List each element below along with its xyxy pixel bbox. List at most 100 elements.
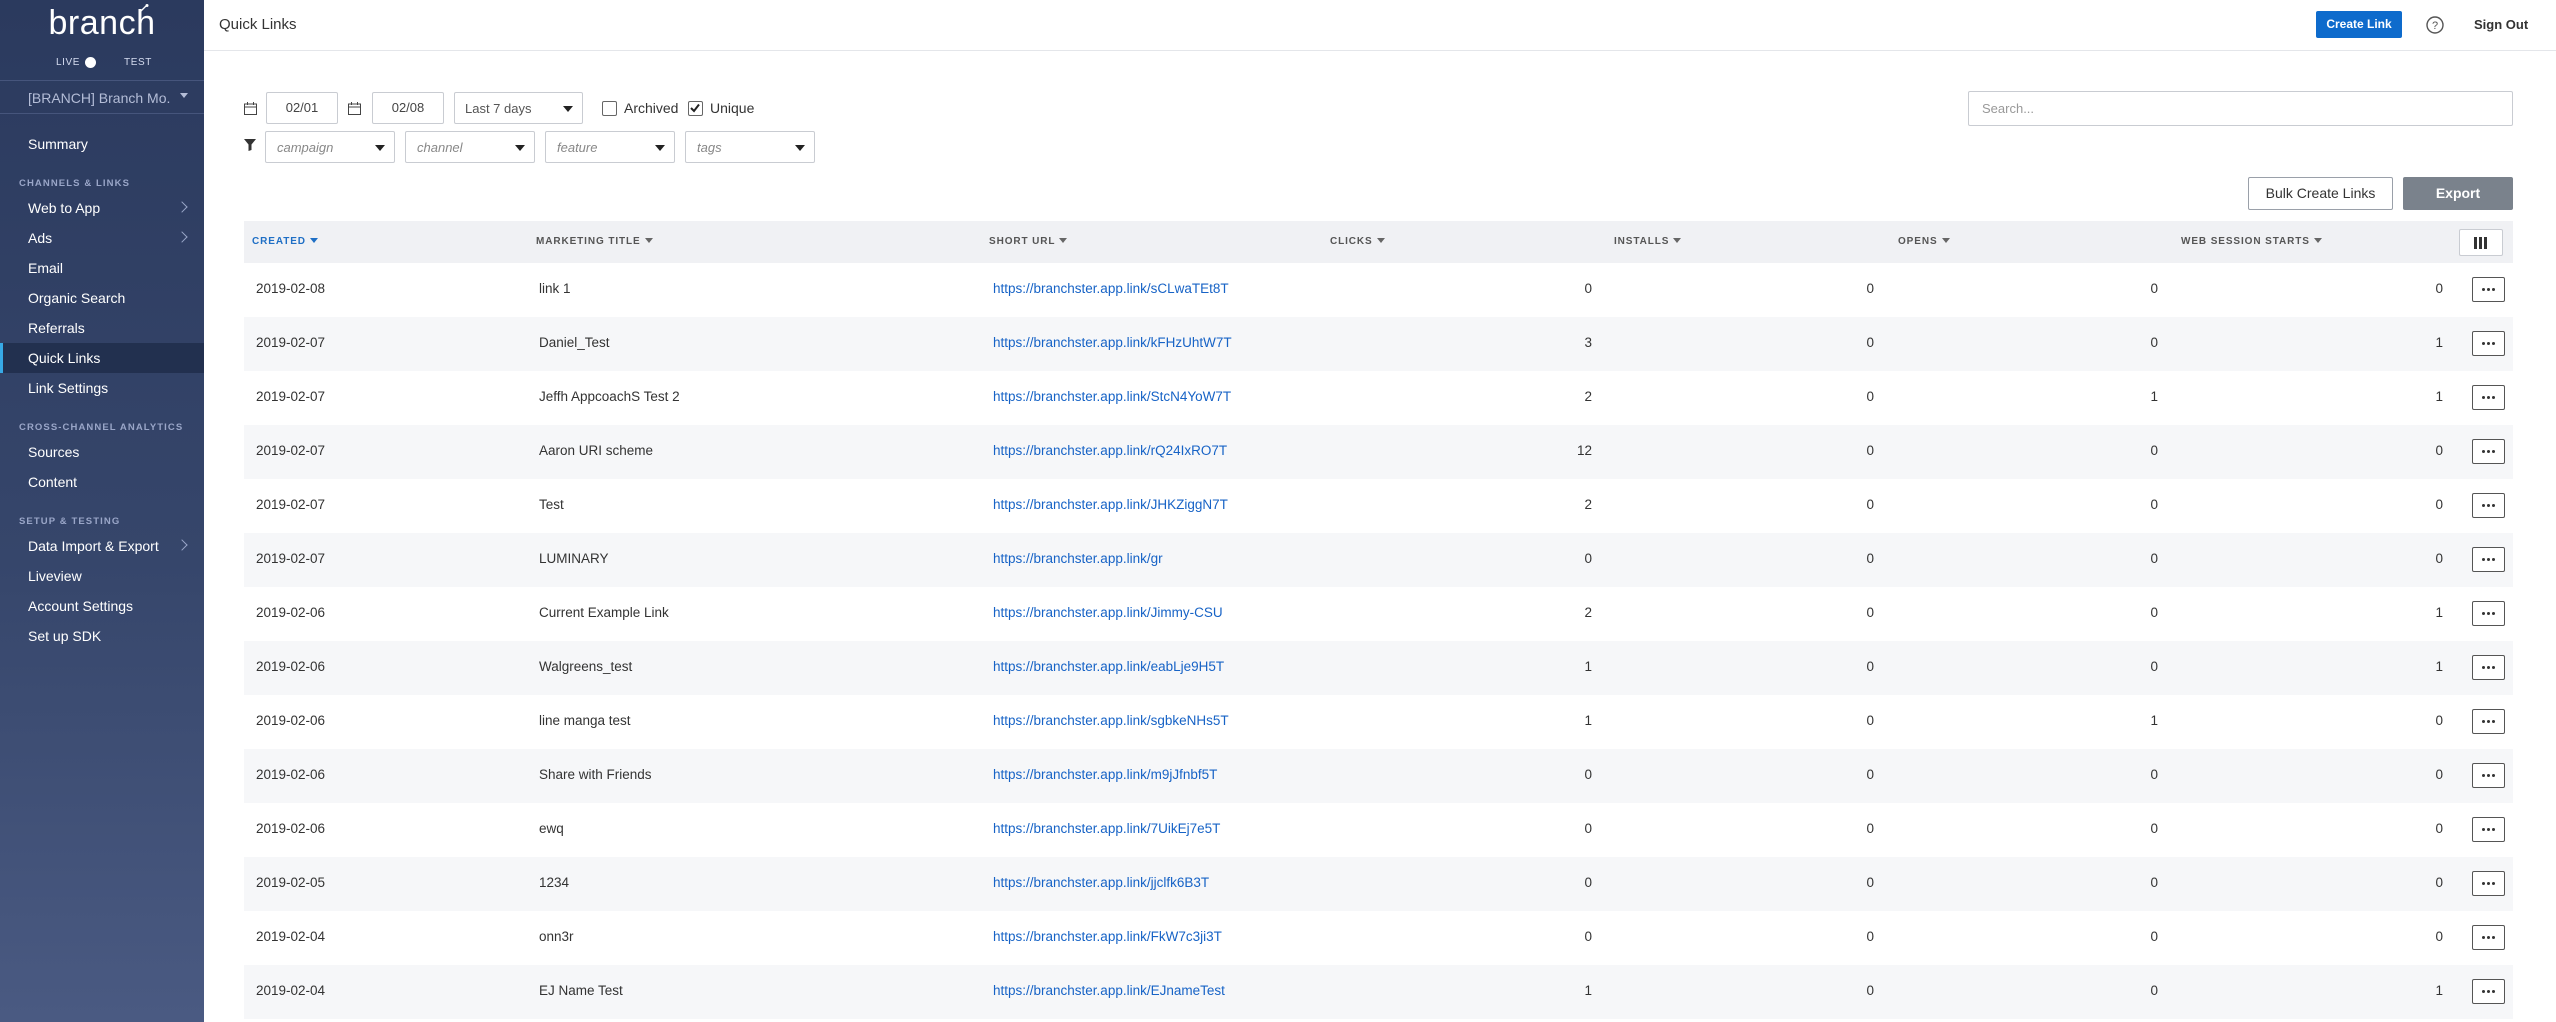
column-header-opens[interactable]: OPENS: [1898, 236, 1950, 247]
search-input[interactable]: [1968, 91, 2513, 126]
org-selector[interactable]: [BRANCH] Branch Mo...: [0, 80, 204, 114]
column-header-installs[interactable]: INSTALLS: [1614, 236, 1682, 247]
date-to-input[interactable]: 02/08: [372, 92, 444, 124]
date-from-input[interactable]: 02/01: [266, 92, 338, 124]
row-actions-button[interactable]: [2472, 925, 2505, 950]
export-button[interactable]: Export: [2403, 177, 2513, 210]
cell-installs: 0: [1866, 281, 1874, 296]
sidebar-item-liveview[interactable]: Liveview: [0, 561, 204, 591]
tags-filter-select[interactable]: tags: [685, 131, 815, 163]
cell-web-session-starts: 1: [2435, 335, 2443, 350]
cell-short-url[interactable]: https://branchster.app.link/jjclfk6B3T: [993, 875, 1209, 890]
feature-filter-select[interactable]: feature: [545, 131, 675, 163]
caret-down-icon: [375, 145, 385, 151]
more-icon: [2482, 504, 2496, 507]
columns-icon: [2474, 237, 2477, 249]
unique-checkbox[interactable]: [688, 101, 703, 116]
cell-clicks: 0: [1584, 821, 1592, 836]
campaign-filter-select[interactable]: campaign: [265, 131, 395, 163]
env-toggle[interactable]: [83, 57, 99, 68]
row-actions-button[interactable]: [2472, 979, 2505, 1004]
brand-logo[interactable]: branch: [0, 4, 204, 43]
cell-created: 2019-02-07: [256, 335, 326, 350]
archived-checkbox[interactable]: [602, 101, 617, 116]
environment-switch[interactable]: LIVE TEST: [0, 56, 204, 70]
table-row: 2019-02-07 Jeffh AppcoachS Test 2 https:…: [244, 371, 2513, 425]
cell-short-url[interactable]: https://branchster.app.link/EJnameTest: [993, 983, 1225, 998]
section-title-channels: CHANNELS & LINKS: [19, 178, 131, 189]
table-row: 2019-02-04 onn3r https://branchster.app.…: [244, 911, 2513, 965]
cell-short-url[interactable]: https://branchster.app.link/JHKZiggN7T: [993, 497, 1228, 512]
sidebar-item-label: Sources: [28, 444, 80, 460]
cell-opens: 0: [2150, 443, 2158, 458]
org-name: [BRANCH] Branch Mo...: [28, 90, 170, 106]
row-actions-button[interactable]: [2472, 439, 2505, 464]
cell-installs: 0: [1866, 767, 1874, 782]
column-header-label: CREATED: [252, 236, 306, 247]
cell-marketing-title: onn3r: [539, 929, 574, 944]
create-link-button[interactable]: Create Link: [2316, 11, 2402, 38]
sidebar-item-account-settings[interactable]: Account Settings: [0, 591, 204, 621]
table-row: 2019-02-06 ewq https://branchster.app.li…: [244, 803, 2513, 857]
column-header-web-session-starts[interactable]: WEB SESSION STARTS: [2181, 236, 2322, 247]
cell-short-url[interactable]: https://branchster.app.link/FkW7c3ji3T: [993, 929, 1222, 944]
cell-opens: 0: [2150, 335, 2158, 350]
row-actions-button[interactable]: [2472, 817, 2505, 842]
cell-short-url[interactable]: https://branchster.app.link/m9jJfnbf5T: [993, 767, 1217, 782]
cell-short-url[interactable]: https://branchster.app.link/rQ24IxRO7T: [993, 443, 1227, 458]
help-icon[interactable]: ?: [2425, 15, 2445, 35]
sidebar-item-referrals[interactable]: Referrals: [0, 313, 204, 343]
sidebar-item-quick-links[interactable]: Quick Links: [0, 343, 204, 373]
cell-created: 2019-02-06: [256, 713, 326, 728]
env-test-label: TEST: [124, 57, 152, 68]
cell-short-url[interactable]: https://branchster.app.link/Jimmy-CSU: [993, 605, 1223, 620]
sidebar-item-summary[interactable]: Summary: [0, 129, 204, 159]
column-header-created[interactable]: CREATED: [252, 236, 318, 247]
cell-short-url[interactable]: https://branchster.app.link/sCLwaTEt8T: [993, 281, 1229, 296]
cell-short-url[interactable]: https://branchster.app.link/gr: [993, 551, 1163, 566]
columns-toggle-button[interactable]: [2459, 229, 2503, 256]
column-header-marketing-title[interactable]: MARKETING TITLE: [536, 236, 653, 247]
cell-short-url[interactable]: https://branchster.app.link/eabLje9H5T: [993, 659, 1224, 674]
cell-short-url[interactable]: https://branchster.app.link/kFHzUhtW7T: [993, 335, 1232, 350]
row-actions-button[interactable]: [2472, 871, 2505, 896]
sign-out-link[interactable]: Sign Out: [2474, 17, 2528, 32]
date-range-select[interactable]: Last 7 days: [454, 92, 583, 124]
row-actions-button[interactable]: [2472, 547, 2505, 572]
row-actions-button[interactable]: [2472, 277, 2505, 302]
sidebar-item-web-to-app[interactable]: Web to App: [0, 193, 204, 223]
more-icon: [2482, 990, 2496, 993]
sidebar-item-email[interactable]: Email: [0, 253, 204, 283]
row-actions-button[interactable]: [2472, 493, 2505, 518]
cell-clicks: 2: [1584, 389, 1592, 404]
sidebar-item-link-settings[interactable]: Link Settings: [0, 373, 204, 403]
row-actions-button[interactable]: [2472, 655, 2505, 680]
cell-marketing-title: EJ Name Test: [539, 983, 623, 998]
sidebar-item-setup-sdk[interactable]: Set up SDK: [0, 621, 204, 651]
cell-installs: 0: [1866, 389, 1874, 404]
sidebar-item-ads[interactable]: Ads: [0, 223, 204, 253]
cell-clicks: 1: [1584, 713, 1592, 728]
cell-short-url[interactable]: https://branchster.app.link/sgbkeNHs5T: [993, 713, 1229, 728]
sidebar-item-data-import-export[interactable]: Data Import & Export: [0, 531, 204, 561]
table-row: 2019-02-08 link 1 https://branchster.app…: [244, 263, 2513, 317]
sidebar-item-label: Link Settings: [28, 380, 109, 396]
sidebar-item-sources[interactable]: Sources: [0, 437, 204, 467]
sidebar-item-organic-search[interactable]: Organic Search: [0, 283, 204, 313]
row-actions-button[interactable]: [2472, 385, 2505, 410]
caret-down-icon: [655, 145, 665, 151]
channel-filter-select[interactable]: channel: [405, 131, 535, 163]
column-header-short-url[interactable]: SHORT URL: [989, 236, 1068, 247]
cell-marketing-title: Jeffh AppcoachS Test 2: [539, 389, 680, 404]
sidebar-item-content[interactable]: Content: [0, 467, 204, 497]
cell-short-url[interactable]: https://branchster.app.link/7UikEj7e5T: [993, 821, 1220, 836]
column-header-label: OPENS: [1898, 236, 1938, 247]
cell-short-url[interactable]: https://branchster.app.link/StcN4YoW7T: [993, 389, 1231, 404]
row-actions-button[interactable]: [2472, 763, 2505, 788]
column-header-clicks[interactable]: CLICKS: [1330, 236, 1385, 247]
cell-installs: 0: [1866, 551, 1874, 566]
row-actions-button[interactable]: [2472, 601, 2505, 626]
row-actions-button[interactable]: [2472, 331, 2505, 356]
row-actions-button[interactable]: [2472, 709, 2505, 734]
bulk-create-links-button[interactable]: Bulk Create Links: [2248, 177, 2393, 210]
